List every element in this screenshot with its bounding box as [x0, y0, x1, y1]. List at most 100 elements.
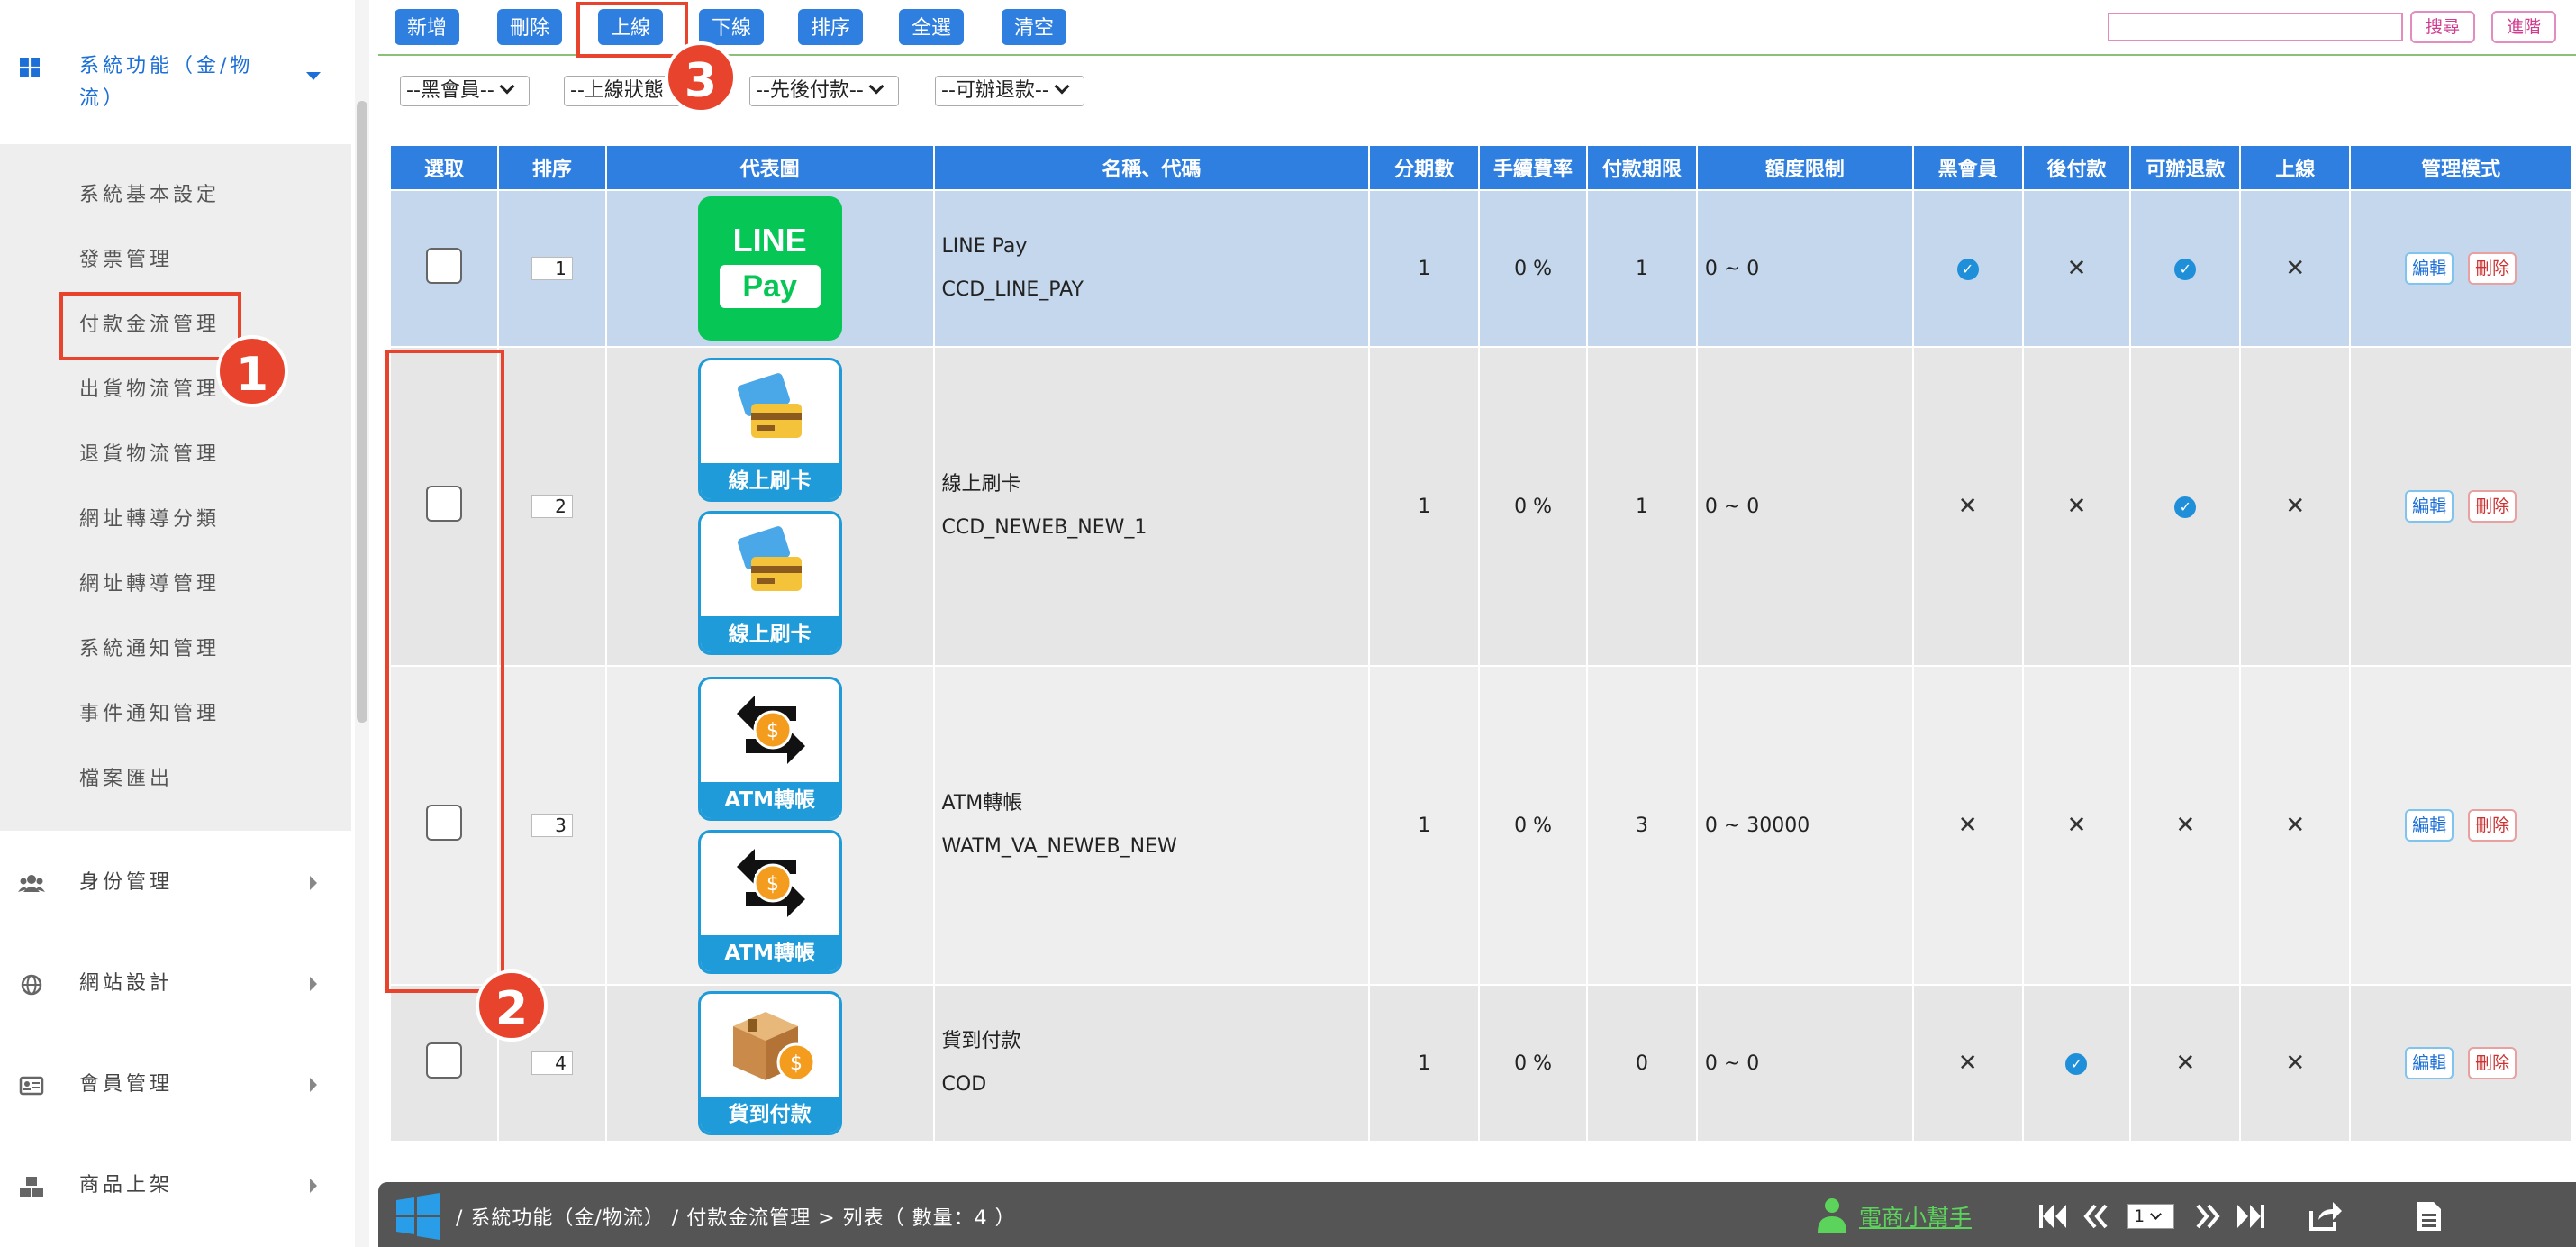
filter-payment-order-select[interactable]: --先後付款-- — [749, 76, 899, 106]
row-delete-button[interactable]: 刪除 — [2468, 490, 2517, 523]
advanced-search-button[interactable]: 進階 — [2491, 11, 2556, 43]
sidebar-item-invoice[interactable]: 發票管理 — [79, 247, 173, 274]
users-icon — [18, 875, 45, 892]
edit-button[interactable]: 編輯 — [2405, 252, 2454, 285]
helper-person-icon — [1818, 1198, 1846, 1233]
sidebar-item-shipping[interactable]: 出貨物流管理 — [79, 377, 220, 404]
edit-button[interactable]: 編輯 — [2405, 1047, 2454, 1079]
cross-icon: ✕ — [2285, 812, 2306, 839]
row-delete-button[interactable]: 刪除 — [2468, 252, 2517, 285]
payment-code: COD — [941, 1073, 987, 1096]
share-icon[interactable] — [2306, 1198, 2344, 1233]
page-number: 1 — [2134, 1206, 2145, 1226]
sidebar-item-file-export[interactable]: 檔案匯出 — [79, 766, 173, 793]
sidebar-item-label: 會員管理 — [79, 1073, 174, 1096]
filter-refundable-select[interactable]: --可辦退款-- — [935, 76, 1084, 106]
column-header: 上線 — [2239, 144, 2352, 191]
cross-icon: ✕ — [1957, 1050, 1978, 1077]
deadline-cell: 1 — [1586, 346, 1698, 667]
fee-cell: 0 % — [1478, 346, 1588, 667]
search-input[interactable] — [2108, 13, 2403, 41]
last-page-icon[interactable] — [2236, 1202, 2266, 1231]
cross-icon: ✕ — [2175, 1050, 2196, 1077]
installments-cell: 1 — [1368, 346, 1481, 667]
sidebar-item-system-notify[interactable]: 系統通知管理 — [79, 636, 220, 663]
previous-page-icon[interactable] — [2081, 1202, 2109, 1231]
installments-cell: 1 — [1368, 665, 1481, 986]
table-row: 1 LINE Pay LINE Pay CCD_LINE_PAY 1 0 % 1 … — [389, 189, 2572, 348]
clear-button[interactable]: 清空 — [1002, 9, 1066, 45]
row-select-checkbox[interactable] — [425, 1042, 462, 1079]
sidebar-item-basic-settings[interactable]: 系統基本設定 — [79, 182, 220, 209]
sort-order-input[interactable]: 3 — [531, 814, 573, 837]
sidebar-item-label: 商品上架 — [79, 1174, 174, 1197]
next-page-icon[interactable] — [2194, 1202, 2223, 1231]
sidebar-item-products[interactable]: 商品上架 — [0, 1159, 351, 1213]
row-delete-button[interactable]: 刪除 — [2468, 1047, 2517, 1079]
column-header: 名稱、代碼 — [932, 144, 1371, 191]
sidebar-item-event-notify[interactable]: 事件通知管理 — [79, 701, 220, 728]
cash-on-delivery-logo: $ 貨到付款 — [697, 991, 842, 1135]
select-all-button[interactable]: 全選 — [899, 9, 964, 45]
sidebar-item-returns[interactable]: 退貨物流管理 — [79, 441, 220, 469]
svg-text:$: $ — [766, 873, 779, 896]
column-header: 後付款 — [2021, 144, 2132, 191]
document-icon[interactable] — [2416, 1200, 2443, 1233]
payment-name: 貨到付款 — [941, 1030, 1021, 1052]
payment-name: 線上刷卡 — [941, 473, 1021, 496]
fee-cell: 0 % — [1478, 665, 1588, 986]
credit-card-icon — [737, 526, 802, 591]
search-button[interactable]: 搜尋 — [2410, 11, 2475, 43]
limit-cell: 0 ~ 0 — [1695, 346, 1914, 667]
limit-cell: 0 ~ 0 — [1695, 189, 1914, 348]
chevron-down-icon — [2150, 1208, 2162, 1220]
breadcrumb: / 系統功能（金/物流） / 付款金流管理 > 列表（ 數量：4 ） — [456, 1207, 1016, 1230]
chevron-down-icon — [499, 78, 515, 95]
deadline-cell: 0 — [1586, 984, 1698, 1142]
package-icon: $ — [732, 1012, 816, 1082]
row-delete-button[interactable]: 刪除 — [2468, 809, 2517, 842]
column-header: 代表圖 — [604, 144, 935, 191]
sidebar-item-website-design[interactable]: 網站設計 — [0, 957, 351, 1011]
sidebar-item-label: 網站設計 — [79, 972, 174, 995]
filter-blacklist-select[interactable]: --黑會員-- — [400, 76, 530, 106]
annotation-badge-3: 3 — [665, 41, 737, 114]
annotation-badge-1: 1 — [216, 335, 288, 407]
check-icon: ✓ — [2065, 1053, 2088, 1075]
sort-order-input[interactable]: 1 — [531, 257, 573, 280]
sort-order-input[interactable]: 4 — [531, 1051, 573, 1075]
delete-button[interactable]: 刪除 — [497, 9, 562, 45]
fee-cell: 0 % — [1478, 984, 1588, 1142]
filter-value: --上線狀態 — [570, 79, 664, 102]
sidebar-item-members[interactable]: 會員管理 — [0, 1058, 351, 1112]
column-header: 選取 — [389, 144, 499, 191]
installments-cell: 1 — [1368, 984, 1481, 1142]
chevron-down-icon — [868, 78, 884, 95]
sidebar-item-redirect-manage[interactable]: 網址轉導管理 — [79, 571, 220, 598]
sidebar-scrollbar[interactable] — [357, 101, 367, 723]
first-page-icon[interactable] — [2037, 1202, 2068, 1231]
deadline-cell: 1 — [1586, 189, 1698, 348]
line-pay-logo: LINE Pay — [697, 196, 842, 341]
add-button[interactable]: 新增 — [395, 9, 459, 45]
ecommerce-helper-link[interactable]: 電商小幫手 — [1859, 1200, 1972, 1233]
sort-order-input[interactable]: 2 — [531, 495, 573, 518]
sidebar-section-system[interactable]: 系統功能（金/物流） — [0, 0, 351, 144]
transfer-arrows-icon: $ — [736, 696, 805, 764]
sort-button[interactable]: 排序 — [798, 9, 863, 45]
edit-button[interactable]: 編輯 — [2405, 490, 2454, 523]
sidebar-item-redirect-category[interactable]: 網址轉導分類 — [79, 506, 220, 533]
svg-text:$: $ — [766, 720, 779, 742]
cross-icon: ✕ — [2066, 812, 2087, 839]
row-select-checkbox[interactable] — [425, 248, 462, 284]
annotation-highlight-3 — [576, 2, 688, 58]
page-select[interactable]: 1 — [2127, 1204, 2174, 1229]
logo-text: LINE — [732, 222, 807, 259]
payment-name: ATM轉帳 — [941, 792, 1023, 815]
edit-button[interactable]: 編輯 — [2405, 809, 2454, 842]
cross-icon: ✕ — [2066, 493, 2087, 520]
sidebar-item-identity[interactable]: 身份管理 — [0, 856, 351, 910]
windows-icon[interactable] — [395, 1193, 441, 1240]
offline-button[interactable]: 下線 — [699, 9, 764, 45]
check-icon: ✓ — [2174, 259, 2197, 280]
